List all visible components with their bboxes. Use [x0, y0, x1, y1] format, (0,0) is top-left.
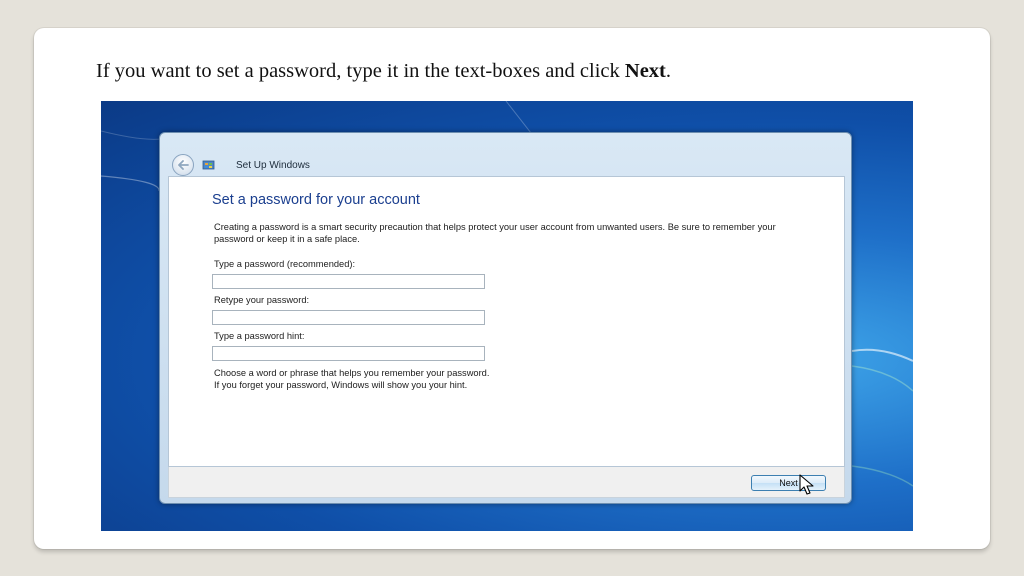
setup-window: Set Up Windows Set a password for your a… [159, 132, 852, 504]
password-hint-field[interactable] [212, 346, 485, 361]
retype-password-label: Retype your password: [214, 295, 310, 305]
title-bar: Set Up Windows [160, 133, 851, 177]
window-content: Set a password for your account Creating… [168, 176, 845, 467]
instruction-bold: Next [624, 60, 666, 82]
window-title: Set Up Windows [236, 160, 310, 171]
setup-screenshot: Set Up Windows Set a password for your a… [101, 101, 913, 531]
retype-password-field[interactable] [212, 310, 485, 325]
back-button[interactable] [172, 154, 194, 176]
mouse-pointer-icon [799, 474, 814, 495]
instruction-text: If you want to set a password, type it i… [96, 60, 916, 83]
instruction-suffix: . [665, 60, 671, 82]
password-hint-label: Type a password hint: [214, 331, 305, 341]
password-label: Type a password (recommended): [214, 259, 356, 269]
hint-note-line-1: Choose a word or phrase that helps you r… [214, 368, 490, 378]
windows-setup-icon [202, 160, 215, 170]
button-bar: Next [168, 467, 845, 498]
page-title: Set a password for your account [212, 192, 420, 208]
hint-note: Choose a word or phrase that helps you r… [214, 368, 814, 391]
hint-note-line-2: If you forget your password, Windows wil… [214, 379, 468, 390]
instruction-prefix: If you want to set a password, type it i… [96, 60, 625, 82]
description-text: Creating a password is a smart security … [214, 222, 776, 244]
password-field[interactable] [212, 274, 485, 289]
back-arrow-icon [178, 160, 189, 170]
